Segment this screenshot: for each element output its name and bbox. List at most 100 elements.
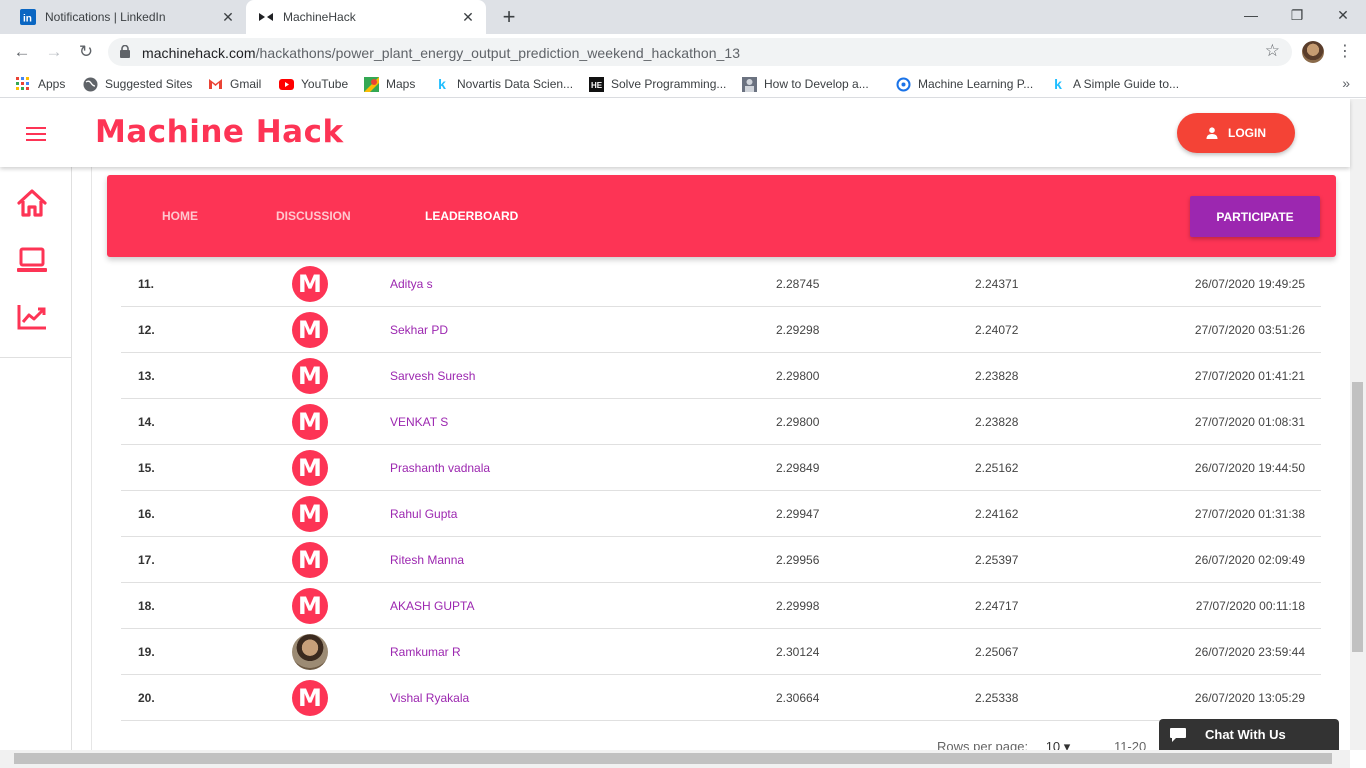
svg-text:HE: HE	[591, 81, 603, 90]
participant-name-link[interactable]: Vishal Ryakala	[390, 691, 469, 705]
rank-cell: 13.	[138, 369, 155, 383]
private-score-cell: 2.24717	[975, 599, 1019, 613]
reload-button[interactable]: ↻	[75, 41, 97, 63]
horizontal-scrollbar[interactable]	[0, 750, 1350, 768]
tab-leaderboard[interactable]: LEADERBOARD	[425, 209, 518, 223]
close-window-button[interactable]: ✕	[1320, 4, 1366, 26]
submission-date-cell: 27/07/2020 01:31:38	[1194, 507, 1305, 521]
scrollbar-thumb[interactable]	[14, 753, 1332, 764]
rank-cell: 12.	[138, 323, 155, 337]
machinehack-avatar[interactable]: M	[292, 450, 328, 486]
url-host: machinehack.com	[142, 45, 256, 61]
bookmark-novartis[interactable]: k Novartis Data Scien...	[434, 76, 573, 92]
machinehack-avatar[interactable]: M	[292, 266, 328, 302]
apps-grid-icon	[15, 76, 31, 92]
machinehack-avatar[interactable]: M	[292, 312, 328, 348]
participant-name-link[interactable]: Ritesh Manna	[390, 553, 464, 567]
participant-name-link[interactable]: Aditya s	[390, 277, 433, 291]
profile-avatar[interactable]	[1302, 41, 1324, 63]
back-button[interactable]: ←	[11, 41, 33, 63]
bookmark-how-to-develop[interactable]: How to Develop a...	[741, 76, 869, 92]
rank-cell: 15.	[138, 461, 155, 475]
chat-widget[interactable]: Chat With Us	[1159, 719, 1339, 750]
tab-linkedin[interactable]: in Notifications | LinkedIn ✕	[8, 0, 246, 34]
k-icon: k	[438, 76, 446, 92]
tab-title: MachineHack	[283, 10, 356, 24]
machinehack-avatar[interactable]: M	[292, 542, 328, 578]
participate-button[interactable]: PARTICIPATE	[1190, 196, 1320, 237]
browser-menu-icon[interactable]: ⋮	[1337, 41, 1353, 63]
submission-date-cell: 27/07/2020 00:11:18	[1195, 599, 1305, 613]
user-photo-avatar[interactable]	[292, 634, 328, 670]
close-tab-icon[interactable]: ✕	[220, 9, 236, 25]
rows-per-page-select[interactable]: 10 ▾	[1046, 739, 1071, 750]
minimize-button[interactable]: —	[1228, 4, 1274, 26]
bookmark-label: A Simple Guide to...	[1073, 77, 1180, 91]
tab-discussion[interactable]: DISCUSSION	[276, 209, 351, 223]
rank-cell: 17.	[138, 553, 155, 567]
close-tab-icon[interactable]: ✕	[460, 9, 476, 25]
login-button[interactable]: LOGIN	[1177, 113, 1295, 153]
machinehack-logo[interactable]: Machine Hack	[95, 114, 344, 150]
machinehack-avatar[interactable]: M	[292, 588, 328, 624]
submission-date-cell: 27/07/2020 01:08:31	[1194, 415, 1305, 429]
side-nav	[0, 167, 72, 750]
bookmark-gmail[interactable]: Gmail	[207, 76, 261, 92]
k-icon: k	[1054, 76, 1062, 92]
bookmark-apps[interactable]: Apps	[15, 76, 65, 92]
address-bar[interactable]: machinehack.com/hackathons/power_plant_e…	[108, 38, 1292, 66]
submission-date-cell: 26/07/2020 19:44:50	[1194, 461, 1305, 475]
hackathon-nav-bar: HOME DISCUSSION LEADERBOARD PARTICIPATE	[107, 175, 1336, 257]
participant-name-link[interactable]: Ramkumar R	[390, 645, 461, 659]
participant-name-link[interactable]: Rahul Gupta	[390, 507, 457, 521]
tab-machinehack[interactable]: MachineHack ✕	[246, 0, 486, 34]
tab-home[interactable]: HOME	[162, 209, 198, 223]
home-icon[interactable]	[16, 187, 48, 219]
participant-name-link[interactable]: Prashanth vadnala	[390, 461, 490, 475]
scrollbar-thumb[interactable]	[1352, 382, 1363, 652]
submission-date-cell: 26/07/2020 23:59:44	[1194, 645, 1305, 659]
bookmark-label: How to Develop a...	[764, 77, 869, 91]
login-label: LOGIN	[1228, 126, 1266, 140]
trending-chart-icon[interactable]	[16, 301, 48, 333]
restore-button[interactable]: ❐	[1274, 4, 1320, 26]
page-range: 11-20	[1113, 739, 1147, 750]
avatar-letter: M	[298, 362, 322, 390]
vertical-scrollbar[interactable]	[1350, 99, 1366, 750]
machinehack-avatar[interactable]: M	[292, 358, 328, 394]
participant-name-link[interactable]: VENKAT S	[390, 415, 448, 429]
menu-icon[interactable]	[26, 127, 46, 141]
participant-name-link[interactable]: Sekhar PD	[390, 323, 448, 337]
rows-per-page-value: 10	[1045, 739, 1061, 750]
browser-tab-bar: in Notifications | LinkedIn ✕ MachineHac…	[0, 0, 1366, 34]
bookmark-maps[interactable]: Maps	[363, 76, 415, 92]
more-bookmarks-icon[interactable]: »	[1342, 75, 1350, 91]
participant-name-link[interactable]: Sarvesh Suresh	[390, 369, 475, 383]
laptop-icon[interactable]	[16, 244, 48, 276]
bookmark-suggested-sites[interactable]: Suggested Sites	[82, 76, 192, 92]
table-row: 12. M Sekhar PD 2.29298 2.24072 27/07/20…	[121, 307, 1321, 353]
new-tab-button[interactable]: +	[499, 6, 519, 28]
bookmark-solve-programming[interactable]: HE Solve Programming...	[588, 76, 726, 92]
private-score-cell: 2.23828	[975, 369, 1019, 383]
machinehack-avatar[interactable]: M	[292, 404, 328, 440]
bookmark-star-icon[interactable]: ☆	[1265, 41, 1280, 61]
tab-title: Notifications | LinkedIn	[45, 10, 166, 24]
table-row: 16. M Rahul Gupta 2.29947 2.24162 27/07/…	[121, 491, 1321, 537]
forward-button[interactable]: →	[43, 41, 65, 63]
participant-name-link[interactable]: AKASH GUPTA	[390, 599, 474, 613]
bookmark-machine-learning[interactable]: Machine Learning P...	[895, 76, 1033, 92]
bookmark-youtube[interactable]: YouTube	[278, 76, 348, 92]
bookmark-label: YouTube	[301, 77, 349, 91]
private-score-cell: 2.25397	[975, 553, 1019, 567]
bookmark-simple-guide[interactable]: k A Simple Guide to...	[1050, 76, 1179, 92]
bookmarks-bar: Apps Suggested Sites Gmail YouTube Maps …	[0, 70, 1366, 98]
machinehack-avatar[interactable]: M	[292, 680, 328, 716]
machinehack-avatar[interactable]: M	[292, 496, 328, 532]
avatar-letter: M	[298, 316, 322, 344]
table-row: 20. M Vishal Ryakala 2.30664 2.25338 26/…	[121, 675, 1321, 721]
bookmark-label: Suggested Sites	[105, 77, 193, 91]
private-score-cell: 2.25067	[975, 645, 1019, 659]
bookmark-label: Gmail	[230, 77, 262, 91]
avatar-letter: M	[298, 684, 322, 712]
